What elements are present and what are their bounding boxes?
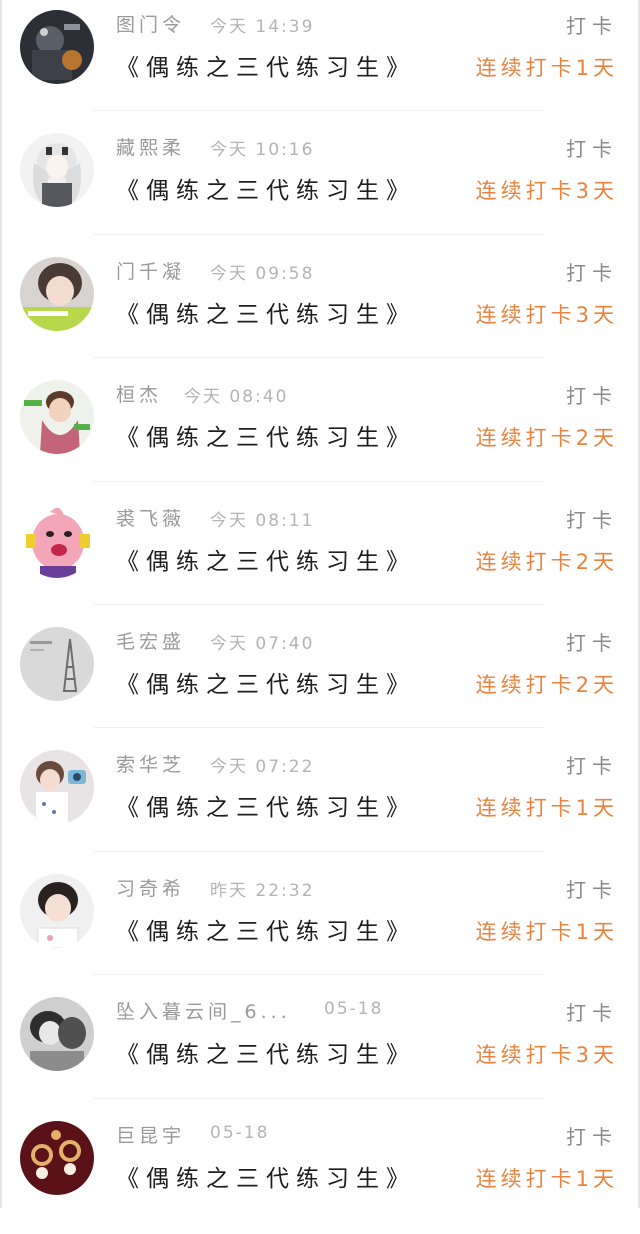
streak-count: 连续打卡3天 <box>475 302 618 327</box>
list-item[interactable]: 裘飞薇 今天 08:11 《偶练之三代练习生》 打卡 连续打卡2天 <box>2 494 638 617</box>
show-title[interactable]: 《偶练之三代练习生》 <box>116 1159 416 1193</box>
user-avatar[interactable] <box>20 873 94 948</box>
show-title[interactable]: 《偶练之三代练习生》 <box>116 418 416 452</box>
checkin-time: 今天 14:39 <box>210 17 315 37</box>
checkin-feed-page: 图门令 今天 14:39 《偶练之三代练习生》 打卡 连续打卡1天 藏熙柔 今天… <box>0 0 640 1208</box>
user-name[interactable]: 门千凝 <box>116 257 185 284</box>
checkin-label: 打卡 <box>566 1124 618 1149</box>
show-title[interactable]: 《偶练之三代练习生》 <box>116 48 416 82</box>
user-avatar[interactable] <box>20 133 94 208</box>
checkin-feed-list: 图门令 今天 14:39 《偶练之三代练习生》 打卡 连续打卡1天 藏熙柔 今天… <box>2 0 638 1234</box>
streak-count: 连续打卡1天 <box>475 56 618 80</box>
list-item[interactable]: 藏熙柔 今天 10:16 《偶练之三代练习生》 打卡 连续打卡3天 <box>2 123 638 246</box>
user-avatar[interactable] <box>20 997 94 1072</box>
user-avatar[interactable] <box>20 10 94 84</box>
user-avatar[interactable] <box>20 380 94 455</box>
user-name[interactable]: 裘飞薇 <box>116 504 185 531</box>
list-item[interactable]: 索华芝 今天 07:22 《偶练之三代练习生》 打卡 连续打卡1天 <box>2 740 638 863</box>
checkin-label: 打卡 <box>566 14 618 38</box>
divider <box>94 1097 544 1099</box>
user-name[interactable]: 毛宏盛 <box>116 627 185 654</box>
list-item[interactable]: 桓杰 今天 08:40 《偶练之三代练习生》 打卡 连续打卡2天 <box>2 370 638 493</box>
checkin-time: 今天 09:58 <box>210 263 315 284</box>
show-title[interactable]: 《偶练之三代练习生》 <box>116 1035 416 1069</box>
checkin-label: 打卡 <box>566 1001 618 1026</box>
user-name[interactable]: 坠入暮云间_6... <box>116 997 291 1024</box>
divider <box>94 480 544 482</box>
user-avatar[interactable] <box>20 503 94 578</box>
checkin-label: 打卡 <box>566 877 618 902</box>
streak-count: 连续打卡3天 <box>475 179 618 204</box>
checkin-label: 打卡 <box>566 754 618 779</box>
streak-count: 连续打卡1天 <box>475 796 618 821</box>
checkin-label: 打卡 <box>566 507 618 532</box>
checkin-time: 昨天 22:32 <box>210 880 315 901</box>
user-name[interactable]: 习奇希 <box>116 874 185 901</box>
streak-count: 连续打卡2天 <box>475 672 618 697</box>
divider <box>94 233 544 235</box>
checkin-label: 打卡 <box>566 384 618 409</box>
user-avatar[interactable] <box>20 1120 94 1195</box>
checkin-label: 打卡 <box>566 260 618 285</box>
list-item[interactable]: 毛宏盛 今天 07:40 《偶练之三代练习生》 打卡 连续打卡2天 <box>2 617 638 740</box>
user-name[interactable]: 图门令 <box>116 10 185 37</box>
show-title[interactable]: 《偶练之三代练习生》 <box>116 295 416 329</box>
divider <box>94 850 544 852</box>
streak-count: 连续打卡2天 <box>475 549 618 574</box>
show-title[interactable]: 《偶练之三代练习生》 <box>116 542 416 576</box>
show-title[interactable]: 《偶练之三代练习生》 <box>116 788 416 822</box>
user-avatar[interactable] <box>20 750 94 825</box>
user-name[interactable]: 藏熙柔 <box>116 133 185 160</box>
checkin-label: 打卡 <box>566 137 618 162</box>
checkin-time: 今天 10:16 <box>210 140 315 161</box>
list-item[interactable]: 坠入暮云间_6... 05-18 《偶练之三代练习生》 打卡 连续打卡3天 <box>2 987 638 1110</box>
list-item[interactable]: 巨昆宇 05-18 《偶练之三代练习生》 打卡 连续打卡1天 <box>2 1111 638 1234</box>
streak-count: 连续打卡3天 <box>475 1043 618 1068</box>
streak-count: 连续打卡1天 <box>475 1166 618 1191</box>
show-title[interactable]: 《偶练之三代练习生》 <box>116 171 416 205</box>
list-item[interactable]: 习奇希 昨天 22:32 《偶练之三代练习生》 打卡 连续打卡1天 <box>2 864 638 987</box>
divider <box>94 603 544 605</box>
list-item[interactable]: 门千凝 今天 09:58 《偶练之三代练习生》 打卡 连续打卡3天 <box>2 247 638 370</box>
divider <box>94 727 544 729</box>
user-name[interactable]: 桓杰 <box>116 380 162 407</box>
list-item[interactable]: 图门令 今天 14:39 《偶练之三代练习生》 打卡 连续打卡1天 <box>2 0 638 123</box>
user-name[interactable]: 巨昆宇 <box>116 1121 185 1148</box>
user-name[interactable]: 索华芝 <box>116 750 185 777</box>
show-title[interactable]: 《偶练之三代练习生》 <box>116 665 416 699</box>
user-avatar[interactable] <box>20 626 94 701</box>
divider <box>94 357 544 359</box>
streak-count: 连续打卡2天 <box>475 426 618 451</box>
user-avatar[interactable] <box>20 256 94 331</box>
checkin-time: 今天 07:22 <box>210 757 315 778</box>
checkin-time: 05-18 <box>324 999 384 1020</box>
divider <box>94 110 544 112</box>
divider <box>94 974 544 976</box>
checkin-label: 打卡 <box>566 630 618 655</box>
checkin-time: 05-18 <box>210 1122 270 1143</box>
checkin-time: 今天 07:40 <box>210 633 315 654</box>
show-title[interactable]: 《偶练之三代练习生》 <box>116 912 416 946</box>
streak-count: 连续打卡1天 <box>475 919 618 944</box>
checkin-time: 今天 08:11 <box>210 510 315 531</box>
checkin-time: 今天 08:40 <box>184 387 289 408</box>
